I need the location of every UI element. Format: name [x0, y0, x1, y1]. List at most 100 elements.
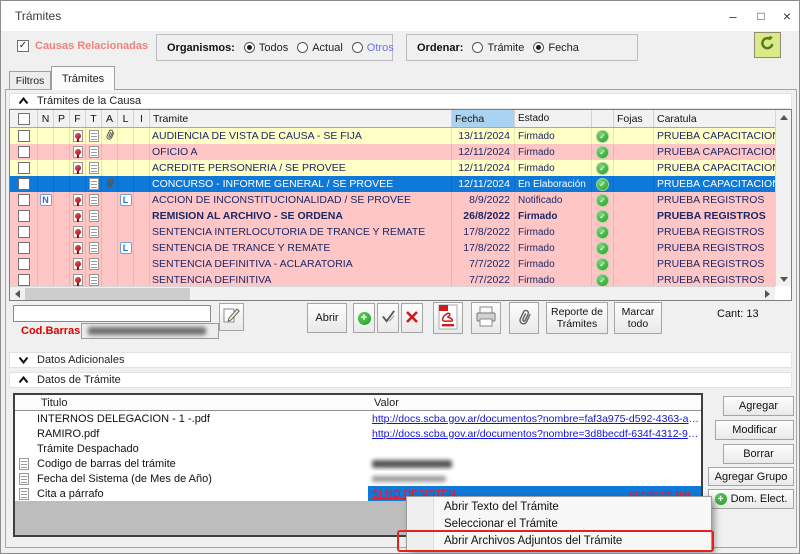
scroll-left-arrow[interactable] — [10, 287, 25, 300]
texto-icon — [89, 178, 99, 190]
col-fojas[interactable]: Fojas — [614, 110, 654, 127]
print-button[interactable] — [471, 302, 501, 334]
tramite-row[interactable]: REMISION AL ARCHIVO - SE ORDENA26/8/2022… — [10, 208, 775, 224]
titlebar: Trámites – □ × — [1, 1, 799, 31]
close-button[interactable]: × — [775, 5, 799, 27]
tramite-row[interactable]: SENTENCIA DEFINITIVA7/7/2022Firmado✓PRUE… — [10, 272, 775, 286]
refresh-button[interactable] — [754, 32, 781, 58]
check-edit-button[interactable] — [377, 303, 399, 333]
col-a[interactable]: A — [102, 110, 118, 127]
dom-elect-button[interactable]: +Dom. Elect. — [708, 489, 794, 509]
row-checkbox[interactable] — [18, 242, 30, 254]
tramite-row[interactable]: SENTENCIA INTERLOCUTORIA DE TRANCE Y REM… — [10, 224, 775, 240]
menu-item-3[interactable]: Abrir Archivos Adjuntos del Trámite — [407, 532, 711, 549]
col-n[interactable]: N — [38, 110, 54, 127]
vertical-scrollbar[interactable] — [775, 110, 791, 286]
radio-organismos-otros[interactable]: Otros — [352, 42, 394, 54]
row-checkbox[interactable] — [18, 178, 30, 190]
firmado-icon — [73, 194, 83, 206]
grid-cell — [102, 144, 118, 160]
datos-row[interactable]: INTERNOS DELEGACION - 1 -.pdfhttp://docs… — [15, 411, 701, 426]
row-checkbox[interactable] — [18, 210, 30, 222]
maximize-button[interactable]: □ — [749, 5, 773, 27]
col-f[interactable]: F — [70, 110, 86, 127]
col-caratula[interactable]: Caratula — [654, 110, 777, 127]
scroll-down-arrow[interactable] — [776, 272, 792, 286]
col-l[interactable]: L — [118, 110, 134, 127]
tab-filtros[interactable]: Filtros — [9, 71, 51, 90]
tramite-row[interactable]: NLACCION DE INCONSTITUCIONALIDAD / SE PR… — [10, 192, 775, 208]
col-estado[interactable]: Estado — [515, 110, 592, 127]
document-link[interactable]: http://docs.scba.gov.ar/documentos?nombr… — [372, 428, 701, 440]
grid-cell — [102, 160, 118, 176]
tramite-row[interactable]: CONCURSO - INFORME GENERAL / SE PROVEE12… — [10, 176, 775, 192]
horizontal-scrollbar[interactable] — [10, 286, 775, 300]
scroll-right-arrow[interactable] — [760, 287, 775, 300]
reporte-tramites-button[interactable]: Reporte de Trámites — [546, 302, 608, 334]
col-i[interactable]: I — [134, 110, 150, 127]
menu-item-2[interactable]: Seleccionar el Trámite — [407, 515, 711, 532]
marcar-todo-button[interactable]: Marcar todo — [614, 302, 662, 334]
add-button[interactable]: + — [353, 303, 375, 333]
row-checkbox[interactable] — [18, 130, 30, 142]
grid-cell — [38, 272, 54, 286]
tab-tramites[interactable]: Trámites — [51, 66, 115, 90]
row-checkbox[interactable] — [18, 274, 30, 286]
search-input[interactable] — [13, 305, 211, 322]
tramite-row[interactable]: OFICIO A12/11/2024Firmado✓PRUEBA CAPACIT… — [10, 144, 775, 160]
select-all-checkbox[interactable] — [18, 113, 30, 125]
codbarras-value-redacted[interactable] — [81, 323, 219, 339]
grid-cell — [10, 240, 38, 256]
grid-cell — [70, 240, 86, 256]
edit-button[interactable] — [219, 303, 244, 331]
row-checkbox[interactable] — [18, 162, 30, 174]
radio-organismos-actual[interactable]: Actual — [297, 42, 343, 54]
scrollbar-thumb[interactable] — [25, 288, 190, 300]
cell-caratula: PRUEBA CAPACITACION 2 — [654, 160, 775, 176]
tramite-row[interactable]: ACREDITE PERSONERIA / SE PROVEE12/11/202… — [10, 160, 775, 176]
col-check[interactable] — [592, 110, 614, 127]
cell-tramite: OFICIO A — [150, 144, 452, 160]
grid-cell: L — [118, 240, 134, 256]
tramite-row[interactable]: LSENTENCIA DE TRANCE Y REMATE17/8/2022Fi… — [10, 240, 775, 256]
agregar-grupo-button[interactable]: Agregar Grupo — [708, 467, 794, 486]
datos-row[interactable]: Fecha del Sistema (de Mes de Año) — [15, 471, 701, 486]
section-tramites-de-la-causa[interactable]: Trámites de la Causa — [9, 93, 792, 109]
scroll-up-arrow[interactable] — [776, 110, 792, 124]
row-checkbox[interactable] — [18, 146, 30, 158]
col-fecha[interactable]: Fecha — [452, 110, 515, 127]
borrar-button[interactable]: Borrar — [723, 444, 794, 464]
radio-icon — [472, 42, 483, 53]
document-link[interactable]: http://docs.scba.gov.ar/documentos?nombr… — [372, 413, 701, 425]
row-checkbox[interactable] — [18, 226, 30, 238]
delete-button[interactable] — [401, 303, 423, 333]
tramite-row[interactable]: AUDIENCIA DE VISTA DE CAUSA - SE FIJA13/… — [10, 128, 775, 144]
col-p[interactable]: P — [54, 110, 70, 127]
radio-ordenar-tramite[interactable]: Trámite — [472, 42, 524, 54]
datos-row[interactable]: RAMIRO.pdfhttp://docs.scba.gov.ar/docume… — [15, 426, 701, 441]
section-datos-de-tramite[interactable]: Datos de Trámite — [9, 372, 792, 388]
menu-item-1[interactable]: Abrir Texto del Trámite — [407, 498, 711, 515]
datos-row[interactable]: Codigo de barras del trámite — [15, 456, 701, 471]
col-tramite[interactable]: Tramite — [150, 110, 452, 127]
section-datos-adicionales[interactable]: Datos Adicionales — [9, 352, 792, 368]
attachments-button[interactable] — [509, 302, 539, 334]
tramite-row[interactable]: SENTENCIA DEFINITIVA - ACLARATORIA7/7/20… — [10, 256, 775, 272]
agregar-button[interactable]: Agregar — [723, 396, 794, 416]
modificar-button[interactable]: Modificar — [715, 420, 794, 440]
row-checkbox[interactable] — [18, 194, 30, 206]
row-checkbox[interactable] — [18, 258, 30, 270]
pdf-button[interactable] — [433, 302, 463, 334]
cell-tramite: SENTENCIA INTERLOCUTORIA DE TRANCE Y REM… — [150, 224, 452, 240]
radio-organismos-todos[interactable]: Todos — [244, 42, 288, 54]
col-t[interactable]: T — [86, 110, 102, 127]
cell-tramite: ACREDITE PERSONERIA / SE PROVEE — [150, 160, 452, 176]
grid-cell — [38, 256, 54, 272]
ok-check-icon: ✓ — [596, 194, 609, 207]
radio-ordenar-fecha[interactable]: Fecha — [533, 42, 579, 54]
abrir-button[interactable]: Abrir — [307, 303, 347, 333]
causas-relacionadas-checkbox[interactable]: ✓ — [17, 40, 29, 52]
minimize-button[interactable]: – — [721, 5, 745, 27]
cell-caratula: PRUEBA CAPACITACION — [654, 144, 775, 160]
datos-row[interactable]: Trámite Despachado — [15, 441, 701, 456]
